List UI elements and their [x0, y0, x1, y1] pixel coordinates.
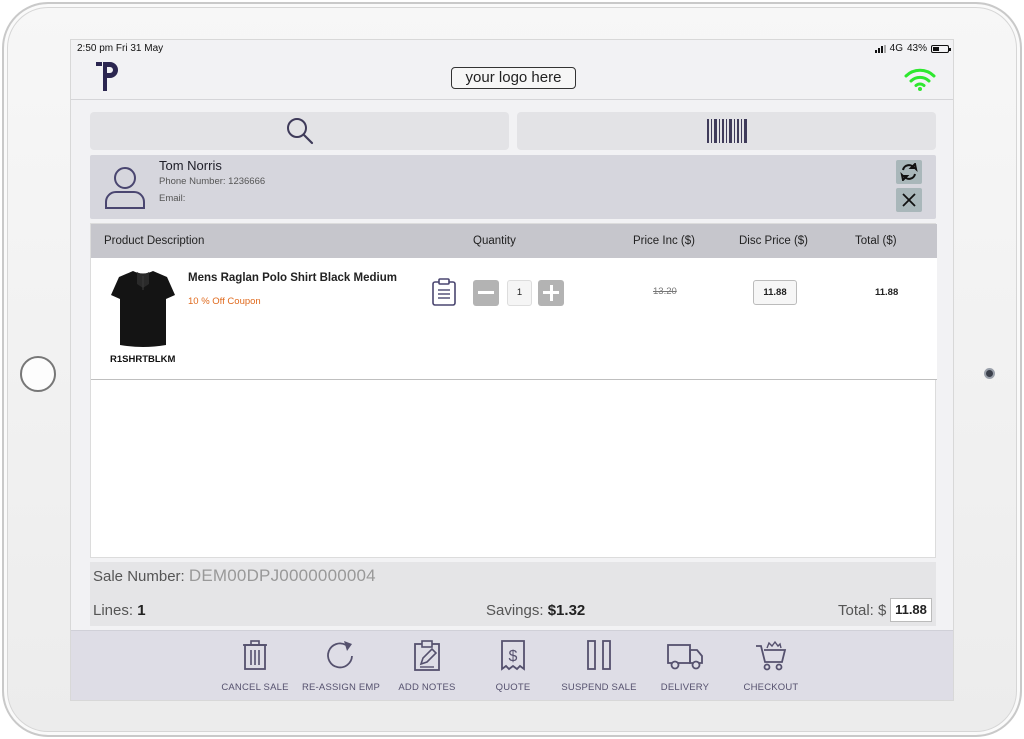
customer-phone: Phone Number: 1236666: [159, 176, 266, 187]
lines-value: 1: [137, 602, 146, 619]
customer-name: Tom Norris: [159, 158, 222, 173]
sale-number: DEM00DPJ0000000004: [188, 566, 376, 585]
cancel-sale-button[interactable]: CANCEL SALE: [213, 639, 297, 695]
truck-icon: [667, 644, 703, 670]
search-icon: [286, 118, 313, 145]
header-price-inc: Price Inc ($): [633, 235, 695, 247]
receipt-icon: $: [501, 640, 525, 671]
table-header: Product Description Quantity Price Inc (…: [91, 224, 937, 258]
savings-label: Savings:: [486, 602, 544, 619]
product-image: [111, 271, 175, 347]
lines-count: Lines: 1: [93, 602, 146, 619]
action-bar: CANCEL SALE RE-ASSIGN EMP ADD NOTES $ QU…: [71, 630, 953, 700]
header-description: Product Description: [104, 235, 205, 247]
total-label: Total: $: [838, 602, 887, 619]
logo-placeholder: your logo here: [451, 67, 576, 89]
notes-icon: [414, 640, 440, 671]
coupon-label: 10 % Off Coupon: [188, 296, 261, 307]
home-button[interactable]: [20, 356, 56, 392]
close-icon: [902, 193, 916, 207]
disc-price-field[interactable]: 11.88: [753, 280, 797, 305]
quantity-decrease-button[interactable]: [473, 280, 499, 306]
reassign-emp-label: RE-ASSIGN EMP: [301, 682, 381, 693]
original-price: 13.20: [653, 286, 677, 297]
product-name: Mens Raglan Polo Shirt Black Medium: [188, 272, 397, 284]
user-avatar-icon: [105, 167, 145, 209]
savings: Savings: $1.32: [486, 602, 585, 619]
battery-icon: [931, 44, 951, 53]
header-quantity: Quantity: [473, 235, 516, 247]
quantity-field[interactable]: 1: [507, 280, 532, 306]
delivery-button[interactable]: DELIVERY: [643, 639, 727, 695]
cart-table: Product Description Quantity Price Inc (…: [90, 223, 937, 558]
trash-icon: [243, 640, 267, 670]
sale-summary: Sale Number: DEM00DPJ0000000004 Lines: 1…: [90, 562, 936, 626]
item-notes-icon[interactable]: [431, 278, 457, 306]
suspend-sale-button[interactable]: SUSPEND SALE: [557, 639, 641, 695]
line-total: 11.88: [875, 287, 899, 298]
wifi-icon[interactable]: [903, 66, 937, 92]
quantity-increase-button[interactable]: [538, 280, 564, 306]
change-customer-button[interactable]: [896, 160, 922, 184]
add-notes-button[interactable]: ADD NOTES: [385, 639, 469, 695]
checkout-label: CHECKOUT: [743, 682, 799, 693]
header-total: Total ($): [855, 235, 897, 247]
barcode-scan-button[interactable]: [517, 112, 936, 150]
table-row[interactable]: R1SHRTBLKM Mens Raglan Polo Shirt Black …: [91, 258, 937, 380]
cart-icon: [756, 640, 787, 671]
barcode-icon: [706, 119, 747, 143]
total-value: 11.88: [890, 598, 932, 622]
pos-screen: 2:50 pm Fri 31 May 4G 43% your logo here: [70, 39, 954, 701]
sale-number-label: Sale Number:: [93, 568, 185, 585]
swap-icon: [900, 163, 918, 181]
quote-button[interactable]: $ QUOTE: [471, 639, 555, 695]
quote-label: QUOTE: [495, 682, 531, 693]
svg-text:$: $: [509, 648, 518, 665]
brand-logo-icon: [96, 62, 118, 91]
add-notes-label: ADD NOTES: [398, 682, 456, 693]
lines-label: Lines:: [93, 602, 134, 619]
network-type: 4G: [889, 43, 903, 54]
status-bar: 2:50 pm Fri 31 May 4G 43%: [71, 40, 953, 56]
customer-panel: Tom Norris Phone Number: 1236666 Email:: [90, 155, 936, 219]
refresh-icon: [327, 641, 353, 669]
front-camera: [984, 368, 995, 379]
product-sku: R1SHRTBLKM: [110, 354, 176, 365]
reassign-emp-button[interactable]: RE-ASSIGN EMP: [299, 639, 383, 695]
customer-email: Email:: [159, 193, 186, 204]
checkout-button[interactable]: CHECKOUT: [729, 639, 813, 695]
delivery-label: DELIVERY: [660, 682, 710, 693]
pause-icon: [587, 640, 611, 670]
remove-customer-button[interactable]: [896, 188, 922, 212]
header-disc-price: Disc Price ($): [739, 235, 809, 247]
cancel-sale-label: CANCEL SALE: [221, 682, 289, 693]
battery-percent: 43%: [906, 43, 927, 54]
status-time: 2:50 pm Fri 31 May: [77, 43, 164, 54]
cell-signal-icon: [874, 44, 886, 53]
sale-number-line: Sale Number: DEM00DPJ0000000004: [93, 566, 376, 586]
suspend-sale-label: SUSPEND SALE: [561, 682, 637, 693]
app-header: your logo here: [71, 56, 953, 100]
savings-value: $1.32: [547, 602, 586, 619]
status-indicators: 4G 43%: [874, 43, 951, 54]
search-button[interactable]: [90, 112, 509, 150]
